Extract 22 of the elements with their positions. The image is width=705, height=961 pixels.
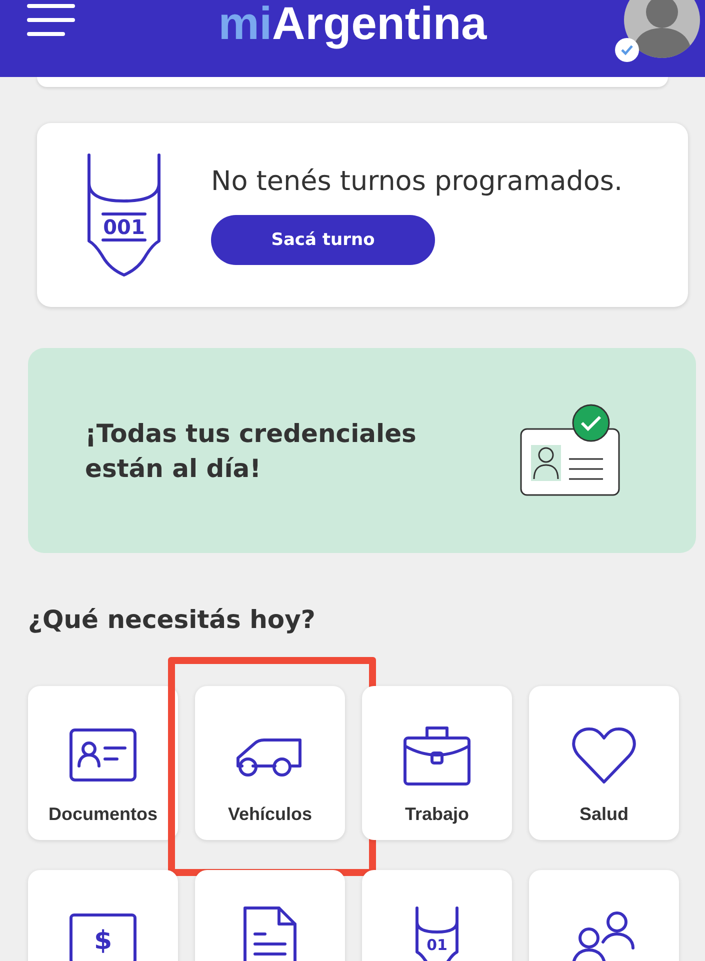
service-tile[interactable]: 01 <box>362 870 512 961</box>
service-tile[interactable]: $ <box>28 870 178 961</box>
section-title: ¿Qué necesitás hoy? <box>28 605 316 634</box>
avatar[interactable] <box>624 0 700 58</box>
app-logo: miArgentina <box>218 0 487 50</box>
service-tile[interactable]: Vehículos <box>195 686 345 840</box>
tile-label: Trabajo <box>404 804 470 825</box>
service-tile[interactable]: Documentos <box>28 686 178 840</box>
tile-label: Vehículos <box>228 804 312 825</box>
tile-label: Documentos <box>48 804 158 825</box>
document-icon <box>243 906 297 961</box>
briefcase-icon <box>403 724 471 786</box>
service-tile[interactable]: Salud <box>529 686 679 840</box>
heart-icon <box>571 726 637 784</box>
banknote-icon: $ <box>69 913 137 961</box>
service-tile[interactable]: Trabajo <box>362 686 512 840</box>
menu-icon[interactable] <box>27 2 75 38</box>
book-appointment-button[interactable]: Sacá turno <box>211 214 435 264</box>
no-appointments-text: No tenés turnos programados. <box>211 166 623 196</box>
tile-label: Salud <box>579 804 628 825</box>
id-card-icon <box>69 728 137 782</box>
credentials-text: ¡Todas tus credenciales están al día! <box>85 418 418 484</box>
